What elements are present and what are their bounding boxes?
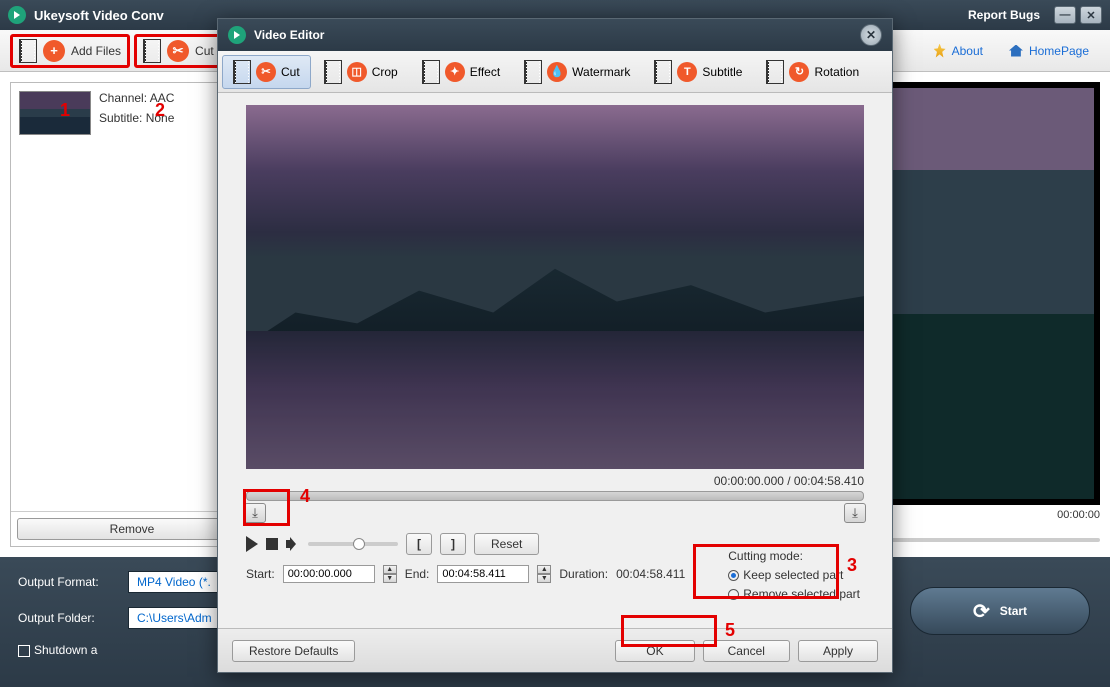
- homepage-label: HomePage: [1029, 44, 1089, 58]
- tab-watermark-label: Watermark: [572, 65, 630, 79]
- restore-defaults-button[interactable]: Restore Defaults: [232, 640, 355, 662]
- duration-label: Duration:: [559, 567, 608, 581]
- start-label: Start: [1000, 604, 1027, 618]
- tab-cut-label: Cut: [281, 65, 300, 79]
- editor-volume-slider[interactable]: [308, 542, 398, 546]
- cut-end-handle[interactable]: ⤓: [844, 503, 866, 523]
- refresh-icon: ⟳: [973, 599, 990, 624]
- tab-cut[interactable]: ✂ Cut: [222, 55, 311, 89]
- filmstrip-icon: [143, 39, 161, 63]
- filmstrip-icon: [422, 60, 440, 84]
- editor-title: Video Editor: [254, 28, 324, 42]
- playback-time-display: 00:00:00.000 / 00:04:58.410: [714, 474, 864, 488]
- editor-close-button[interactable]: ✕: [860, 24, 882, 46]
- end-down-spinner[interactable]: ▼: [537, 574, 551, 583]
- timeline-track[interactable]: [246, 491, 864, 501]
- start-time-label: Start:: [246, 567, 275, 581]
- cut-button[interactable]: ✂ Cut: [134, 34, 223, 68]
- filmstrip-icon: [766, 60, 784, 84]
- keep-radio[interactable]: [728, 570, 739, 581]
- tab-rotation-label: Rotation: [814, 65, 859, 79]
- tab-crop[interactable]: ◫ Crop: [313, 55, 409, 89]
- cutting-mode-group: Cutting mode: Keep selected part Remove …: [728, 549, 860, 606]
- tab-effect[interactable]: ✦ Effect: [411, 55, 511, 89]
- reset-button[interactable]: Reset: [474, 533, 539, 555]
- tab-effect-label: Effect: [470, 65, 500, 79]
- duration-value: 00:04:58.411: [616, 567, 685, 581]
- report-bugs-link[interactable]: Report Bugs: [968, 8, 1040, 22]
- tab-subtitle[interactable]: T Subtitle: [643, 55, 753, 89]
- tab-watermark[interactable]: 💧 Watermark: [513, 55, 641, 89]
- subtitle-icon: T: [677, 62, 697, 82]
- bracket-in-button[interactable]: [: [406, 533, 432, 555]
- scissors-icon: ✂: [256, 62, 276, 82]
- rotation-icon: ↻: [789, 62, 809, 82]
- effect-icon: ✦: [445, 62, 465, 82]
- tab-crop-label: Crop: [372, 65, 398, 79]
- editor-footer: Restore Defaults OK Cancel Apply: [218, 628, 892, 672]
- subtitle-value: None: [146, 111, 175, 125]
- cut-start-handle[interactable]: ⤓: [244, 503, 266, 523]
- homepage-button[interactable]: HomePage: [998, 39, 1100, 63]
- plus-icon: +: [43, 40, 65, 62]
- filmstrip-icon: [524, 60, 542, 84]
- end-time-input[interactable]: [437, 565, 529, 583]
- bracket-out-button[interactable]: ]: [440, 533, 466, 555]
- home-icon: [1009, 45, 1023, 57]
- keep-label: Keep selected part: [743, 568, 843, 582]
- about-label: About: [952, 44, 983, 58]
- channel-value: AAC: [150, 91, 175, 105]
- filmstrip-icon: [324, 60, 342, 84]
- video-editor-window: Video Editor ✕ ✂ Cut ◫ Crop ✦ Effect 💧 Water…: [217, 18, 893, 673]
- play-button[interactable]: [246, 536, 258, 552]
- app-logo-icon: [8, 6, 26, 24]
- start-time-input[interactable]: [283, 565, 375, 583]
- remove-button[interactable]: Remove: [17, 518, 247, 540]
- shutdown-checkbox[interactable]: [18, 645, 30, 657]
- editor-preview: [246, 105, 864, 469]
- add-files-label: Add Files: [71, 44, 121, 58]
- video-thumbnail: [19, 91, 91, 135]
- remove-radio[interactable]: [728, 589, 739, 600]
- start-down-spinner[interactable]: ▼: [383, 574, 397, 583]
- watermark-icon: 💧: [547, 62, 567, 82]
- app-logo-icon: [228, 26, 246, 44]
- ok-button[interactable]: OK: [615, 640, 694, 662]
- tab-subtitle-label: Subtitle: [702, 65, 742, 79]
- shutdown-label: Shutdown a: [34, 643, 97, 657]
- cut-label: Cut: [195, 44, 214, 58]
- scissors-icon: ✂: [167, 40, 189, 62]
- medal-icon: [934, 44, 946, 58]
- about-button[interactable]: About: [923, 39, 994, 63]
- end-time-label: End:: [405, 567, 430, 581]
- output-format-label: Output Format:: [18, 575, 118, 589]
- apply-button[interactable]: Apply: [798, 640, 878, 662]
- stop-button[interactable]: [266, 538, 278, 550]
- channel-label: Channel:: [99, 91, 147, 105]
- tab-rotation[interactable]: ↻ Rotation: [755, 55, 870, 89]
- end-up-spinner[interactable]: ▲: [537, 565, 551, 574]
- filmstrip-icon: [19, 39, 37, 63]
- subtitle-label: Subtitle:: [99, 111, 142, 125]
- volume-icon[interactable]: [286, 537, 300, 551]
- crop-icon: ◫: [347, 62, 367, 82]
- cut-track: ⤓ ⤓: [246, 491, 864, 527]
- editor-tabs: ✂Cut ◫Crop ✦Effect 💧Watermark TSubtitle …: [218, 51, 892, 93]
- minimize-button[interactable]: —: [1054, 6, 1076, 24]
- filmstrip-icon: [654, 60, 672, 84]
- add-files-button[interactable]: + Add Files: [10, 34, 130, 68]
- output-folder-label: Output Folder:: [18, 611, 118, 625]
- filmstrip-icon: [233, 60, 251, 84]
- start-up-spinner[interactable]: ▲: [383, 565, 397, 574]
- editor-titlebar: Video Editor ✕: [218, 19, 892, 51]
- close-button[interactable]: ✕: [1080, 6, 1102, 24]
- start-button[interactable]: ⟳ Start: [910, 587, 1090, 635]
- cancel-button[interactable]: Cancel: [703, 640, 790, 662]
- cutting-mode-label: Cutting mode:: [728, 549, 860, 563]
- remove-label: Remove selected part: [743, 587, 860, 601]
